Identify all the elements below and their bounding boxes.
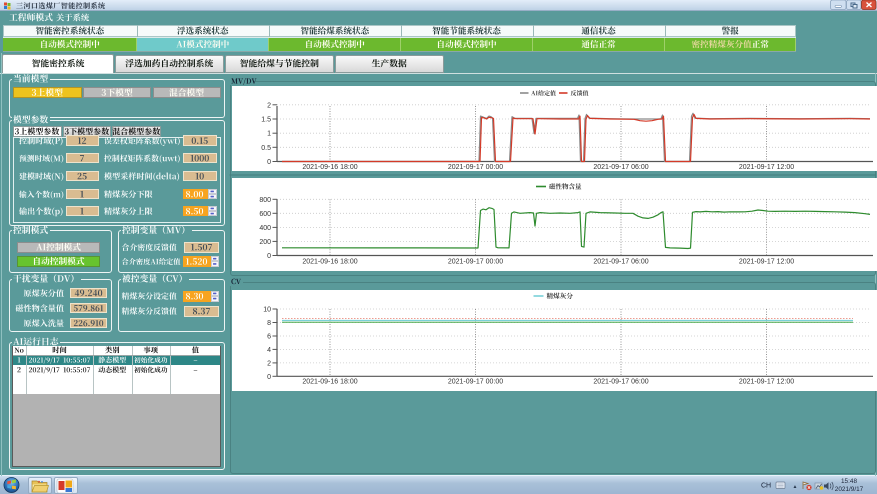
svg-text:0: 0 xyxy=(267,253,271,260)
svg-text:15:48: 15:48 xyxy=(841,478,857,485)
svg-text:2021-09-17 00:00: 2021-09-17 00:00 xyxy=(448,379,503,386)
svg-text:4: 4 xyxy=(267,347,271,354)
svg-text:CH: CH xyxy=(761,483,771,490)
svg-text:2021-09-16 18:00: 2021-09-16 18:00 xyxy=(302,379,357,386)
svg-text:1: 1 xyxy=(267,131,271,138)
svg-text:2021-09-17 06:00: 2021-09-17 06:00 xyxy=(593,164,648,171)
svg-text:1.5: 1.5 xyxy=(261,117,271,124)
svg-text:800: 800 xyxy=(259,197,271,204)
svg-text:200: 200 xyxy=(259,239,271,246)
svg-text:2021-09-17 12:00: 2021-09-17 12:00 xyxy=(739,259,794,266)
svg-text:2021-09-17 12:00: 2021-09-17 12:00 xyxy=(739,379,794,386)
svg-text:2021-09-17 06:00: 2021-09-17 06:00 xyxy=(593,379,648,386)
svg-text:0: 0 xyxy=(267,374,271,381)
svg-text:▲: ▲ xyxy=(793,484,798,490)
svg-text:2021-09-17 00:00: 2021-09-17 00:00 xyxy=(448,164,503,171)
svg-text:10: 10 xyxy=(263,307,271,314)
svg-text:400: 400 xyxy=(259,225,271,232)
svg-text:2: 2 xyxy=(267,360,271,367)
svg-text:2: 2 xyxy=(267,102,271,109)
svg-text:2021-09-17 00:00: 2021-09-17 00:00 xyxy=(448,259,503,266)
svg-text:2021/9/17: 2021/9/17 xyxy=(835,486,864,493)
svg-text:8: 8 xyxy=(267,320,271,327)
svg-text:2021-09-17 12:00: 2021-09-17 12:00 xyxy=(739,164,794,171)
svg-text:2021-09-17 06:00: 2021-09-17 06:00 xyxy=(593,259,648,266)
svg-text:0.5: 0.5 xyxy=(261,145,271,152)
svg-text:600: 600 xyxy=(259,211,271,218)
svg-text:2021-09-16 18:00: 2021-09-16 18:00 xyxy=(302,259,357,266)
svg-text:2021-09-16 18:00: 2021-09-16 18:00 xyxy=(302,164,357,171)
svg-text:6: 6 xyxy=(267,334,271,341)
svg-text:0: 0 xyxy=(267,159,271,166)
